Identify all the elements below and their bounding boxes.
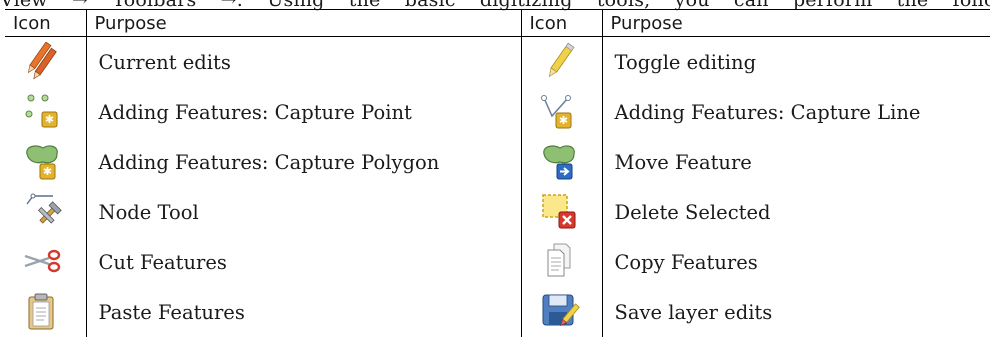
digitizing-tools-table: Icon Purpose Icon Purpose Current edits …: [5, 9, 990, 337]
header-purpose-left: Purpose: [86, 9, 522, 37]
table-row: Node Tool Delete Selected: [5, 187, 990, 237]
purpose-cell: Delete Selected: [614, 200, 771, 224]
table-row: Paste Features Save layer edits: [5, 287, 990, 337]
current-edits-icon: [23, 42, 63, 82]
purpose-cell: Copy Features: [614, 250, 758, 274]
toggle-editing-icon: [540, 42, 580, 82]
purpose-cell: Current edits: [86, 36, 522, 87]
table-row: Cut Features Copy Features: [5, 237, 990, 287]
table-row: ✱ Adding Features: Capture Point ✱ Addin…: [5, 87, 990, 137]
header-icon-right: Icon: [521, 9, 603, 37]
copy-features-icon: [540, 242, 580, 282]
cut-features-icon: [23, 242, 63, 282]
svg-text:✱: ✱: [558, 114, 567, 127]
capture-line-icon: ✱: [540, 92, 580, 132]
node-tool-icon: [23, 192, 63, 232]
table-header-row: Icon Purpose Icon Purpose: [5, 9, 990, 37]
delete-selected-icon: [540, 192, 580, 232]
purpose-cell: Save layer edits: [614, 300, 773, 324]
purpose-cell: Adding Features: Capture Line: [614, 100, 921, 124]
paste-features-icon: [23, 292, 63, 332]
capture-polygon-icon: ✱: [23, 142, 63, 182]
header-purpose-right: Purpose: [602, 9, 990, 37]
svg-text:✱: ✱: [45, 113, 54, 126]
purpose-cell: Toggle editing: [614, 50, 757, 74]
purpose-cell: Node Tool: [86, 187, 522, 237]
table-row: Current edits Toggle editing: [5, 36, 990, 87]
move-feature-icon: [540, 142, 580, 182]
save-layer-edits-icon: [540, 292, 580, 332]
purpose-cell: Paste Features: [86, 287, 522, 337]
svg-text:✱: ✱: [43, 165, 52, 178]
purpose-cell: Adding Features: Capture Point: [86, 87, 522, 137]
purpose-cell: Move Feature: [614, 150, 752, 174]
table-row: ✱ Adding Features: Capture Polygon Move …: [5, 137, 990, 187]
capture-point-icon: ✱: [23, 92, 63, 132]
header-icon-left: Icon: [5, 9, 87, 37]
purpose-cell: Cut Features: [86, 237, 522, 287]
purpose-cell: Adding Features: Capture Polygon: [86, 137, 522, 187]
